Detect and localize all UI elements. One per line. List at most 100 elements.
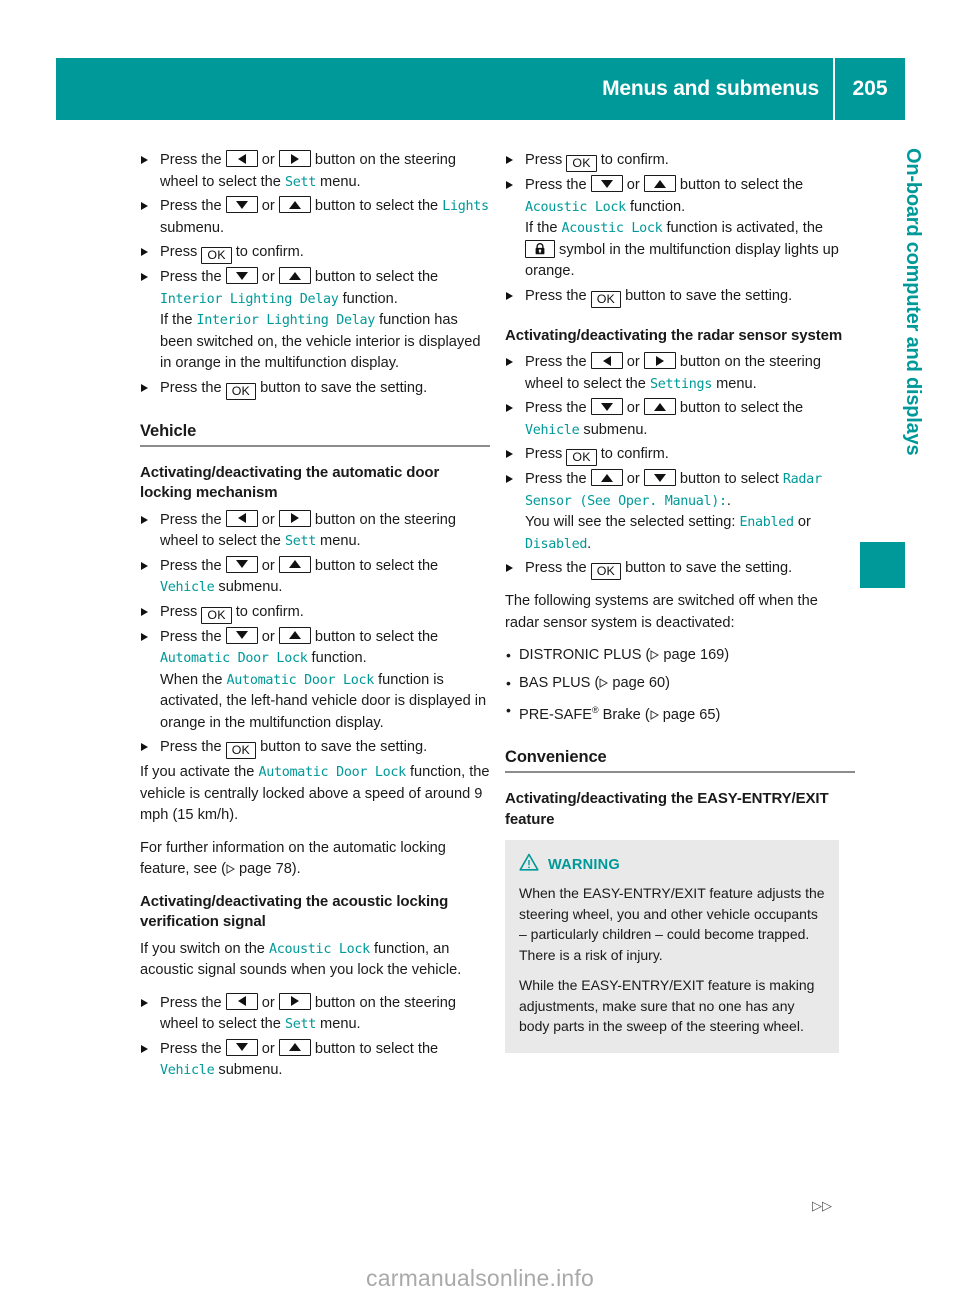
up-arrow-key[interactable]	[278, 267, 311, 284]
down-arrow-key[interactable]	[225, 196, 258, 213]
steps-interior-lighting: Press the or button on the steering whee…	[140, 150, 490, 400]
steps-automatic-door-lock: Press the or button on the steering whee…	[140, 509, 490, 759]
subheading-easy-entry-exit: Activating/deactivating the EASY-ENTRY/E…	[505, 790, 829, 828]
steps-acoustic-lock-continued: Press OK to confirm. Press the or button …	[505, 150, 855, 308]
down-arrow-key[interactable]	[590, 175, 623, 192]
list-item: PRE-SAFE® Brake ( page 65)	[505, 700, 855, 726]
ok-button-key[interactable]: OK	[225, 382, 257, 400]
chapter-side-tab-label: On-board computer and displays	[902, 148, 924, 456]
warning-paragraph: While the EASY-ENTRY/EXIT feature is mak…	[519, 977, 815, 1035]
up-arrow-key[interactable]	[278, 555, 311, 573]
right-arrow-key[interactable]	[278, 992, 311, 1010]
up-arrow-key[interactable]	[278, 626, 311, 644]
instruction-step: Press the or button to select Radar Sens…	[505, 469, 855, 555]
section-rule-vehicle	[140, 444, 490, 447]
steps-acoustic-lock: Press the or button on the steering whee…	[140, 992, 490, 1082]
menu-item-label: Automatic Door Lock	[160, 651, 308, 666]
step-arrow-icon	[140, 267, 149, 289]
instruction-step: Press the OK button to save the setting.	[140, 378, 490, 400]
left-arrow-key[interactable]	[590, 352, 623, 369]
list-item: BAS PLUS ( page 60)	[505, 673, 855, 695]
up-arrow-key[interactable]	[643, 175, 676, 192]
registered-trademark-mark: ®	[591, 705, 599, 715]
steps-radar-sensor: Press the or button on the steering whee…	[505, 352, 855, 580]
padlock-icon	[525, 239, 555, 258]
down-arrow-key[interactable]	[225, 626, 258, 644]
right-arrow-key[interactable]	[278, 509, 311, 527]
step-arrow-icon	[505, 444, 514, 466]
right-arrow-key[interactable]	[278, 150, 311, 167]
chapter-side-tab-marker	[860, 542, 905, 588]
left-arrow-key[interactable]	[225, 509, 258, 527]
warning-triangle-icon	[519, 853, 539, 876]
warning-header: WARNING	[519, 853, 825, 876]
ok-button-key[interactable]: OK	[201, 247, 232, 264]
step-arrow-icon	[140, 993, 149, 1015]
instruction-step: Press OK to confirm.	[505, 150, 855, 172]
ok-button-key[interactable]: OK	[566, 449, 597, 466]
page-number: 205	[852, 77, 888, 100]
down-arrow-key[interactable]	[590, 398, 623, 415]
instruction-step: Press the OK button to save the setting.	[505, 286, 855, 308]
menu-item-label: Sett	[284, 174, 316, 190]
down-arrow-key[interactable]	[643, 469, 676, 486]
instruction-step: Press the or button on the steering whee…	[505, 352, 855, 395]
ok-button-key[interactable]: OK	[590, 290, 622, 308]
down-arrow-key[interactable]	[225, 1038, 258, 1056]
paragraph-systems-switched-off: The following systems are switched off w…	[505, 593, 818, 631]
left-arrow-key[interactable]	[225, 150, 258, 167]
ok-button-key[interactable]: OK	[566, 155, 597, 172]
step-arrow-icon	[140, 1039, 149, 1061]
menu-item-label: Settings	[649, 376, 713, 392]
step-arrow-icon	[140, 242, 149, 264]
menu-item-label: Enabled	[739, 515, 794, 530]
menu-item-label: Sett	[284, 1017, 316, 1032]
list-item: DISTRONIC PLUS ( page 169)	[505, 645, 855, 667]
section-heading-convenience: Convenience	[505, 748, 607, 767]
ok-button-key[interactable]: OK	[225, 742, 257, 759]
instruction-step: Press the OK button to save the setting.	[140, 737, 490, 759]
section-heading-vehicle: Vehicle	[140, 421, 197, 440]
continuation-marker: ▷▷	[812, 1198, 832, 1213]
step-arrow-icon	[140, 556, 149, 578]
page-header-bar: Menus and submenus 205	[56, 58, 905, 120]
menu-item-label: Automatic Door Lock	[258, 765, 406, 780]
ok-button-key[interactable]: OK	[201, 606, 232, 624]
instruction-step: Press the or button to select the Vehicl…	[505, 398, 855, 441]
step-arrow-icon	[505, 398, 514, 420]
page-title: Menus and submenus	[602, 77, 819, 100]
menu-item-label: Acoustic Lock	[525, 199, 626, 215]
up-arrow-key[interactable]	[643, 398, 676, 415]
step-arrow-icon	[505, 558, 514, 580]
instruction-step: Press the or button to select the Lights…	[140, 196, 490, 239]
up-arrow-key[interactable]	[590, 469, 623, 486]
paragraph-further-info: For further information on the automatic…	[140, 839, 446, 878]
menu-item-label: Interior Lighting Delay	[196, 313, 376, 328]
subheading-acoustic-locking: Activating/deactivating the acoustic loc…	[140, 892, 449, 931]
up-arrow-key[interactable]	[278, 196, 311, 213]
subheading-radar-sensor: Activating/deactivating the radar sensor…	[505, 326, 843, 344]
up-arrow-key[interactable]	[278, 1038, 311, 1056]
menu-item-label: Vehicle	[525, 422, 580, 438]
warning-box: WARNING When the EASY-ENTRY/EXIT feature…	[505, 840, 839, 1053]
warning-title: WARNING	[548, 856, 620, 873]
menu-item-label: Automatic Door Lock	[226, 672, 375, 688]
menu-item-label: Lights	[442, 199, 489, 214]
instruction-step: Press OK to confirm.	[140, 602, 490, 624]
instruction-step: Press the or button to select the Automa…	[140, 626, 490, 735]
step-arrow-icon	[505, 469, 514, 491]
step-arrow-icon	[505, 286, 514, 308]
instruction-step: Press OK to confirm.	[505, 444, 855, 466]
step-arrow-icon	[140, 378, 149, 400]
watermark: carmanualsonline.info	[366, 1265, 594, 1291]
warning-paragraph: When the EASY-ENTRY/EXIT feature adjusts…	[519, 885, 825, 963]
down-arrow-key[interactable]	[225, 555, 258, 573]
left-column: Press the or button on the steering whee…	[140, 150, 490, 1085]
right-arrow-key[interactable]	[643, 352, 676, 369]
instruction-step: Press the or button on the steering whee…	[140, 992, 490, 1036]
instruction-step: Press the or button on the steering whee…	[140, 509, 490, 553]
down-arrow-key[interactable]	[225, 267, 258, 284]
left-arrow-key[interactable]	[225, 992, 258, 1010]
ok-button-key[interactable]: OK	[590, 563, 622, 580]
instruction-step: Press the or button on the steering whee…	[140, 150, 490, 193]
